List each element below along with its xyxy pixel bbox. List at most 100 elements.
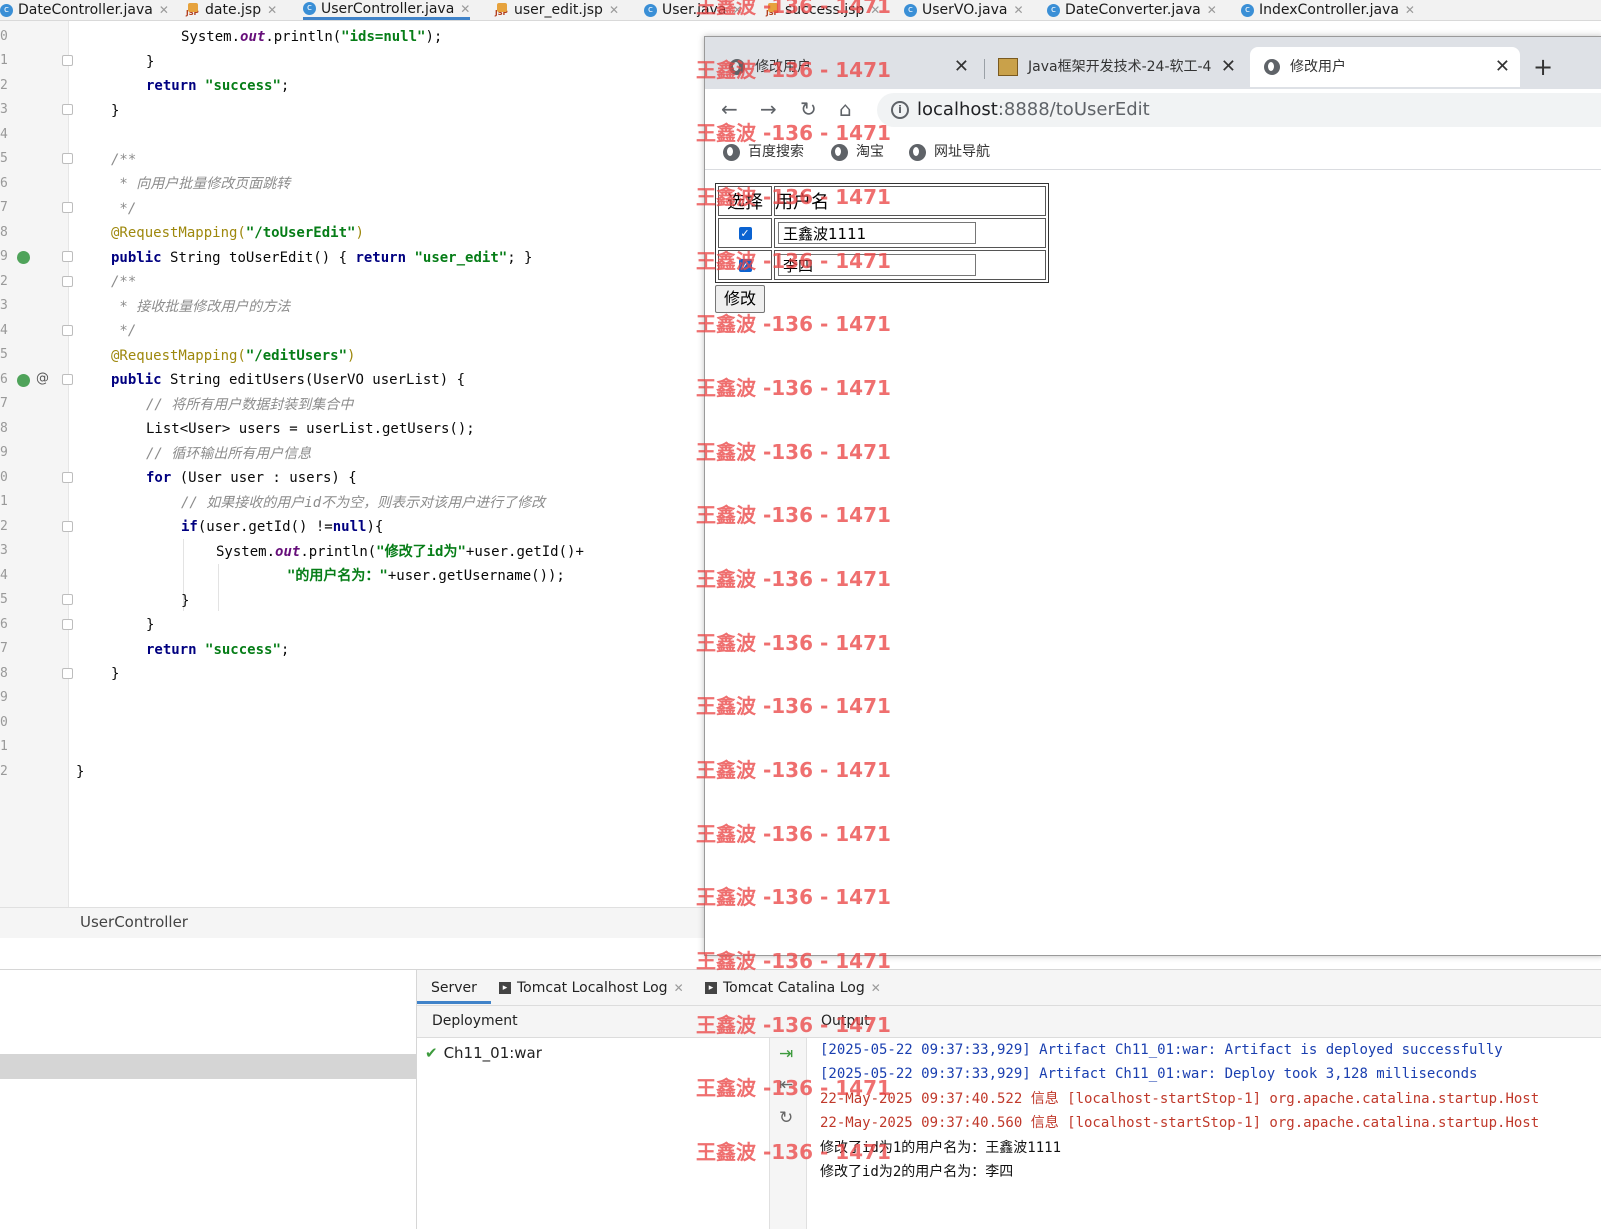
new-tab-button[interactable]: + xyxy=(1533,53,1553,81)
editor-tab-active[interactable]: c UserController.java ✕ xyxy=(303,0,471,20)
tab-server[interactable]: Server xyxy=(417,970,491,1004)
close-icon[interactable]: ✕ xyxy=(1207,3,1217,17)
class-icon: c xyxy=(644,3,657,17)
close-icon[interactable]: ✕ xyxy=(870,3,880,17)
deployment-toolbar: ⇥ ⇤ ↻ xyxy=(769,1038,807,1229)
globe-icon xyxy=(1264,59,1280,75)
back-arrow-icon[interactable]: ← xyxy=(721,97,738,121)
editor-tab[interactable]: c UserVO.java ✕ xyxy=(904,0,1024,20)
code-line: for (User user : users) { xyxy=(146,470,357,486)
class-icon: c xyxy=(303,2,316,15)
terminal-icon: ▸ xyxy=(705,982,717,994)
undeploy-icon[interactable]: ⇤ xyxy=(779,1075,793,1095)
code-annotation: @RequestMapping("/editUsers") xyxy=(111,348,356,364)
tab-tomcat-localhost-log[interactable]: ▸ Tomcat Localhost Log ✕ xyxy=(499,970,684,1004)
close-icon[interactable]: ✕ xyxy=(732,3,742,17)
code-line: public String toUserEdit() { return "use… xyxy=(111,250,533,266)
column-headers: Deployment Output xyxy=(417,1006,1601,1038)
code-line: return "success"; xyxy=(146,78,290,94)
tab-tomcat-catalina-log[interactable]: ▸ Tomcat Catalina Log ✕ xyxy=(705,970,881,1004)
home-icon[interactable]: ⌂ xyxy=(839,97,852,121)
console-line: [2025-05-22 09:37:33,929] Artifact Ch11_… xyxy=(820,1042,1503,1058)
jsp-icon: JSP xyxy=(766,3,780,17)
globe-icon xyxy=(729,59,745,75)
info-icon[interactable]: i xyxy=(891,101,909,119)
refresh-icon[interactable]: ↻ xyxy=(779,1108,793,1128)
editor-tab[interactable]: c DateConverter.java ✕ xyxy=(1047,0,1217,20)
close-tab-icon[interactable]: ✕ xyxy=(1495,47,1510,87)
bookmark-url-nav[interactable]: 网址导航 xyxy=(909,141,990,161)
browser-tab[interactable]: 修改用户 ✕ xyxy=(729,47,979,87)
select-column-header: 选择 xyxy=(718,186,772,216)
code-line: } xyxy=(111,103,120,119)
editor-tab[interactable]: JSP success.jsp ✕ xyxy=(766,0,880,20)
class-icon: c xyxy=(0,3,13,17)
close-icon[interactable]: ✕ xyxy=(1013,3,1023,17)
terminal-icon: ▸ xyxy=(499,982,511,994)
output-console[interactable]: [2025-05-22 09:37:33,929] Artifact Ch11_… xyxy=(806,1038,1601,1229)
favicon-icon xyxy=(998,58,1018,76)
deploy-icon[interactable]: ⇥ xyxy=(779,1044,793,1064)
address-bar[interactable]: i localhost:8888/toUserEdit xyxy=(877,93,1601,127)
code-comment: */ xyxy=(111,323,137,339)
class-icon: c xyxy=(1047,3,1060,17)
close-icon[interactable]: ✕ xyxy=(871,981,881,995)
code-comment: */ xyxy=(111,201,137,217)
code-editor[interactable]: System.out.println("ids=null"); } return… xyxy=(0,21,705,907)
username-input[interactable]: 王鑫波1111 xyxy=(778,222,976,244)
globe-icon xyxy=(831,143,848,161)
browser-tab[interactable]: Java框架开发技术-24-软工-4 ✕ xyxy=(998,47,1246,87)
table-row: ✓ 王鑫波1111 xyxy=(718,218,1046,248)
editor-tab[interactable]: c DateController.java ✕ xyxy=(0,0,169,20)
code-line: System.out.println("修改了id为"+user.getId()… xyxy=(216,544,584,560)
code-line: if(user.getId() !=null){ xyxy=(181,519,384,535)
url-text: localhost:8888/toUserEdit xyxy=(917,99,1150,120)
console-line: 修改了id为1的用户名为：王鑫波1111 xyxy=(820,1140,1062,1156)
globe-icon xyxy=(909,143,926,161)
forward-arrow-icon[interactable]: → xyxy=(760,97,777,121)
jsp-icon: JSP xyxy=(186,3,200,17)
row-checkbox[interactable]: ✓ xyxy=(738,227,752,240)
editor-tab[interactable]: JSP user_edit.jsp ✕ xyxy=(495,0,619,20)
user-table: 选择 用户名 ✓ 王鑫波1111 ✓ 李四 xyxy=(715,183,1049,283)
output-header: Output xyxy=(821,1013,870,1029)
check-icon: ✔ xyxy=(425,1044,438,1062)
deployment-item[interactable]: ✔ Ch11_01:war xyxy=(425,1044,542,1062)
close-icon[interactable]: ✕ xyxy=(674,981,684,995)
editor-tab[interactable]: JSP date.jsp ✕ xyxy=(186,0,277,20)
username-column-header: 用户名 xyxy=(774,186,1046,216)
browser-tab-active[interactable]: 修改用户 ✕ xyxy=(1250,47,1520,87)
close-icon[interactable]: ✕ xyxy=(267,3,277,17)
row-checkbox[interactable]: ✓ xyxy=(738,259,752,272)
close-icon[interactable]: ✕ xyxy=(460,2,470,16)
console-line: 22-May-2025 09:37:40.560 信息 [localhost-s… xyxy=(820,1115,1540,1131)
code-line: } xyxy=(146,617,155,633)
indent-guide xyxy=(218,564,219,611)
class-icon: c xyxy=(904,3,917,17)
class-icon: c xyxy=(1241,3,1254,17)
code-line: } xyxy=(146,54,155,70)
breadcrumb: UserController xyxy=(0,907,705,939)
close-tab-icon[interactable]: ✕ xyxy=(954,47,969,87)
services-tree[interactable] xyxy=(0,970,417,1229)
code-comment: * 向用户批量修改页面跳转 xyxy=(111,176,291,192)
reload-icon[interactable]: ↻ xyxy=(800,97,817,121)
code-line: public String editUsers(UserVO userList)… xyxy=(111,372,466,388)
editor-tab[interactable]: c IndexController.java ✕ xyxy=(1241,0,1415,20)
bookmark-taobao[interactable]: 淘宝 xyxy=(831,141,884,161)
selected-tree-row[interactable] xyxy=(0,1054,416,1079)
username-input[interactable]: 李四 xyxy=(778,254,976,276)
editor-tab[interactable]: c User.java ✕ xyxy=(644,0,742,20)
close-tab-icon[interactable]: ✕ xyxy=(1221,47,1236,87)
close-icon[interactable]: ✕ xyxy=(609,3,619,17)
modify-submit-button[interactable]: 修改 xyxy=(715,285,766,313)
close-icon[interactable]: ✕ xyxy=(1405,3,1415,17)
bookmark-baidu[interactable]: 百度搜索 xyxy=(723,141,804,161)
code-line: } xyxy=(181,593,190,609)
code-line: } xyxy=(76,764,85,780)
table-header-row: 选择 用户名 xyxy=(718,186,1046,216)
code-comment: // 循环输出所有用户信息 xyxy=(146,446,312,462)
browser-window: 修改用户 ✕ Java框架开发技术-24-软工-4 ✕ 修改用户 ✕ + ← → ↻ … xyxy=(704,36,1601,956)
code-comment: * 接收批量修改用户的方法 xyxy=(111,299,291,315)
close-icon[interactable]: ✕ xyxy=(159,3,169,17)
